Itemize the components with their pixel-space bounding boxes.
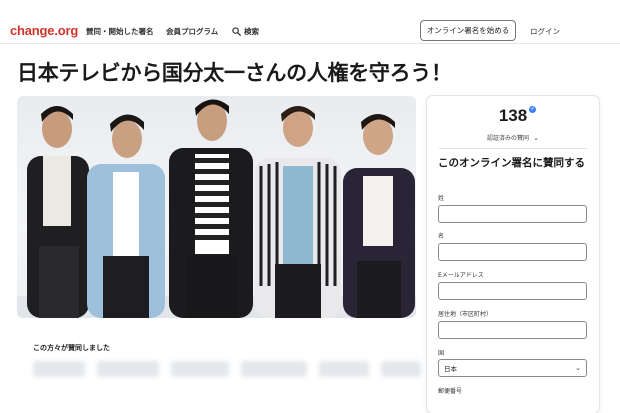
chevron-down-icon: ⌄ [533, 134, 539, 142]
site-header: change.org 賛同・開始した署名 会員プログラム 検索 オンライン署名を… [0, 0, 620, 44]
login-link[interactable]: ログイン [530, 26, 560, 37]
supporter-item [241, 361, 307, 377]
supporter-item [97, 361, 159, 377]
verified-signatures-toggle[interactable]: 認証済みの賛同 ⌄ [427, 133, 599, 142]
supporter-item [33, 361, 85, 377]
signature-count-value: 138 [498, 106, 528, 125]
city-field[interactable] [438, 321, 587, 339]
country-select[interactable]: 日本 ⌄ [438, 359, 587, 377]
chevron-down-icon: ⌄ [575, 364, 581, 372]
start-petition-button[interactable]: オンライン署名を始める [420, 20, 516, 41]
sign-petition-card: 138 ✓ 認証済みの賛同 ⌄ このオンライン署名に賛同する 姓 名 Eメールアド… [427, 96, 599, 413]
supporters-list [33, 361, 421, 377]
person-figure [169, 99, 253, 318]
person-figure [343, 114, 415, 318]
search-icon [232, 27, 241, 36]
country-value: 日本 [444, 365, 457, 373]
postal-code-label: 郵便番号 [438, 388, 463, 395]
change-org-logo[interactable]: change.org [10, 23, 78, 38]
city-label: 居住地（市区町村） [438, 311, 493, 318]
person-figure [27, 106, 89, 318]
email-label: Eメールアドレス [438, 272, 484, 279]
nav-membership[interactable]: 会員プログラム [166, 26, 218, 37]
first-name-field[interactable] [438, 243, 587, 261]
last-name-label: 姓 [438, 195, 445, 202]
supporter-item [319, 361, 369, 377]
country-label: 国 [438, 350, 445, 357]
supporters-label: この方々が賛同しました [33, 344, 110, 352]
last-name-field[interactable] [438, 205, 587, 223]
first-name-label: 名 [438, 233, 445, 240]
petition-photo [17, 96, 416, 318]
person-figure [255, 106, 341, 318]
nav-search[interactable]: 検索 [232, 26, 259, 37]
supporter-item [381, 361, 421, 377]
supporter-item [171, 361, 229, 377]
nav-search-label: 検索 [244, 27, 259, 36]
petition-title: 日本テレビから国分太一さんの人権を守ろう！ [17, 61, 452, 85]
email-field[interactable] [438, 282, 587, 300]
divider [439, 148, 587, 149]
person-figure [87, 114, 165, 318]
nav-signed-started[interactable]: 賛同・開始した署名 [86, 26, 154, 37]
verified-label: 認証済みの賛同 [487, 135, 530, 142]
signature-count: 138 ✓ [498, 106, 537, 126]
signature-count-wrap: 138 ✓ [427, 106, 599, 126]
verified-check-icon: ✓ [529, 106, 537, 113]
sign-heading: このオンライン署名に賛同する [438, 157, 585, 169]
